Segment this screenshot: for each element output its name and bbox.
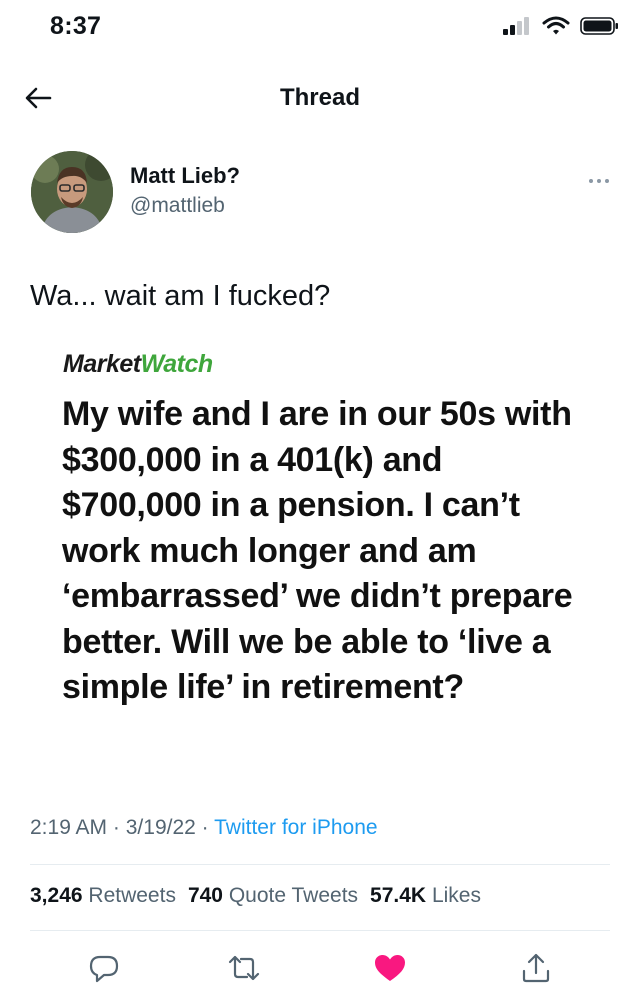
avatar-image [31, 151, 113, 233]
like-button[interactable] [372, 950, 408, 986]
article-headline: My wife and I are in our 50s with $300,0… [62, 395, 573, 706]
share-icon [522, 953, 550, 983]
logo-market-text: Market [63, 350, 141, 378]
marketwatch-logo: MarketWatch [63, 350, 213, 379]
tweet-date: 3/19/22 [125, 816, 196, 839]
status-time: 8:37 [50, 12, 102, 40]
retweet-icon [228, 955, 260, 981]
retweets-label: Retweets [88, 884, 176, 907]
tweet-actions [0, 944, 640, 992]
tweet-metadata: 2:19 AM · 3/19/22 · Twitter for iPhone [30, 816, 378, 840]
more-options-button[interactable] [588, 172, 610, 188]
meta-separator: · [112, 816, 120, 839]
divider [30, 864, 610, 865]
likes-label: Likes [431, 884, 481, 907]
quote-tweets-count: 740 [187, 884, 223, 907]
retweets-count: 3,246 [30, 884, 83, 907]
quote-tweets-stat[interactable]: 740 Quote Tweets [188, 884, 358, 908]
retweets-stat[interactable]: 3,246 Retweets [30, 884, 176, 908]
share-button[interactable] [518, 950, 554, 986]
status-icons [502, 16, 620, 36]
tweet-text: Wa... wait am I fucked? [30, 280, 331, 312]
battery-icon [580, 17, 618, 35]
author-handle[interactable]: @mattlieb [130, 192, 240, 220]
avatar[interactable] [31, 151, 113, 233]
author-info[interactable]: Matt Lieb? @mattlieb [130, 163, 240, 220]
cellular-signal-icon [503, 17, 529, 35]
likes-stat[interactable]: 57.4K Likes [370, 884, 481, 908]
divider [30, 930, 610, 931]
thread-header: Thread [0, 64, 640, 130]
status-bar: 8:37 [0, 0, 640, 60]
heart-icon [375, 955, 405, 981]
tweet-source-link[interactable]: Twitter for iPhone [214, 816, 377, 839]
wifi-icon [542, 16, 570, 35]
tweet-stats: 3,246 Retweets 740 Quote Tweets 57.4K Li… [30, 884, 481, 908]
reply-button[interactable] [86, 950, 122, 986]
more-icon [589, 179, 609, 183]
logo-watch-text: Watch [140, 350, 214, 378]
meta-separator: · [201, 816, 209, 839]
reply-icon [89, 955, 119, 983]
quote-tweets-label: Quote Tweets [228, 884, 359, 907]
likes-count: 57.4K [370, 884, 427, 907]
retweet-button[interactable] [226, 950, 262, 986]
tweet-time: 2:19 AM [30, 816, 108, 839]
page-title: Thread [279, 84, 360, 111]
author-name[interactable]: Matt Lieb? [130, 163, 240, 189]
